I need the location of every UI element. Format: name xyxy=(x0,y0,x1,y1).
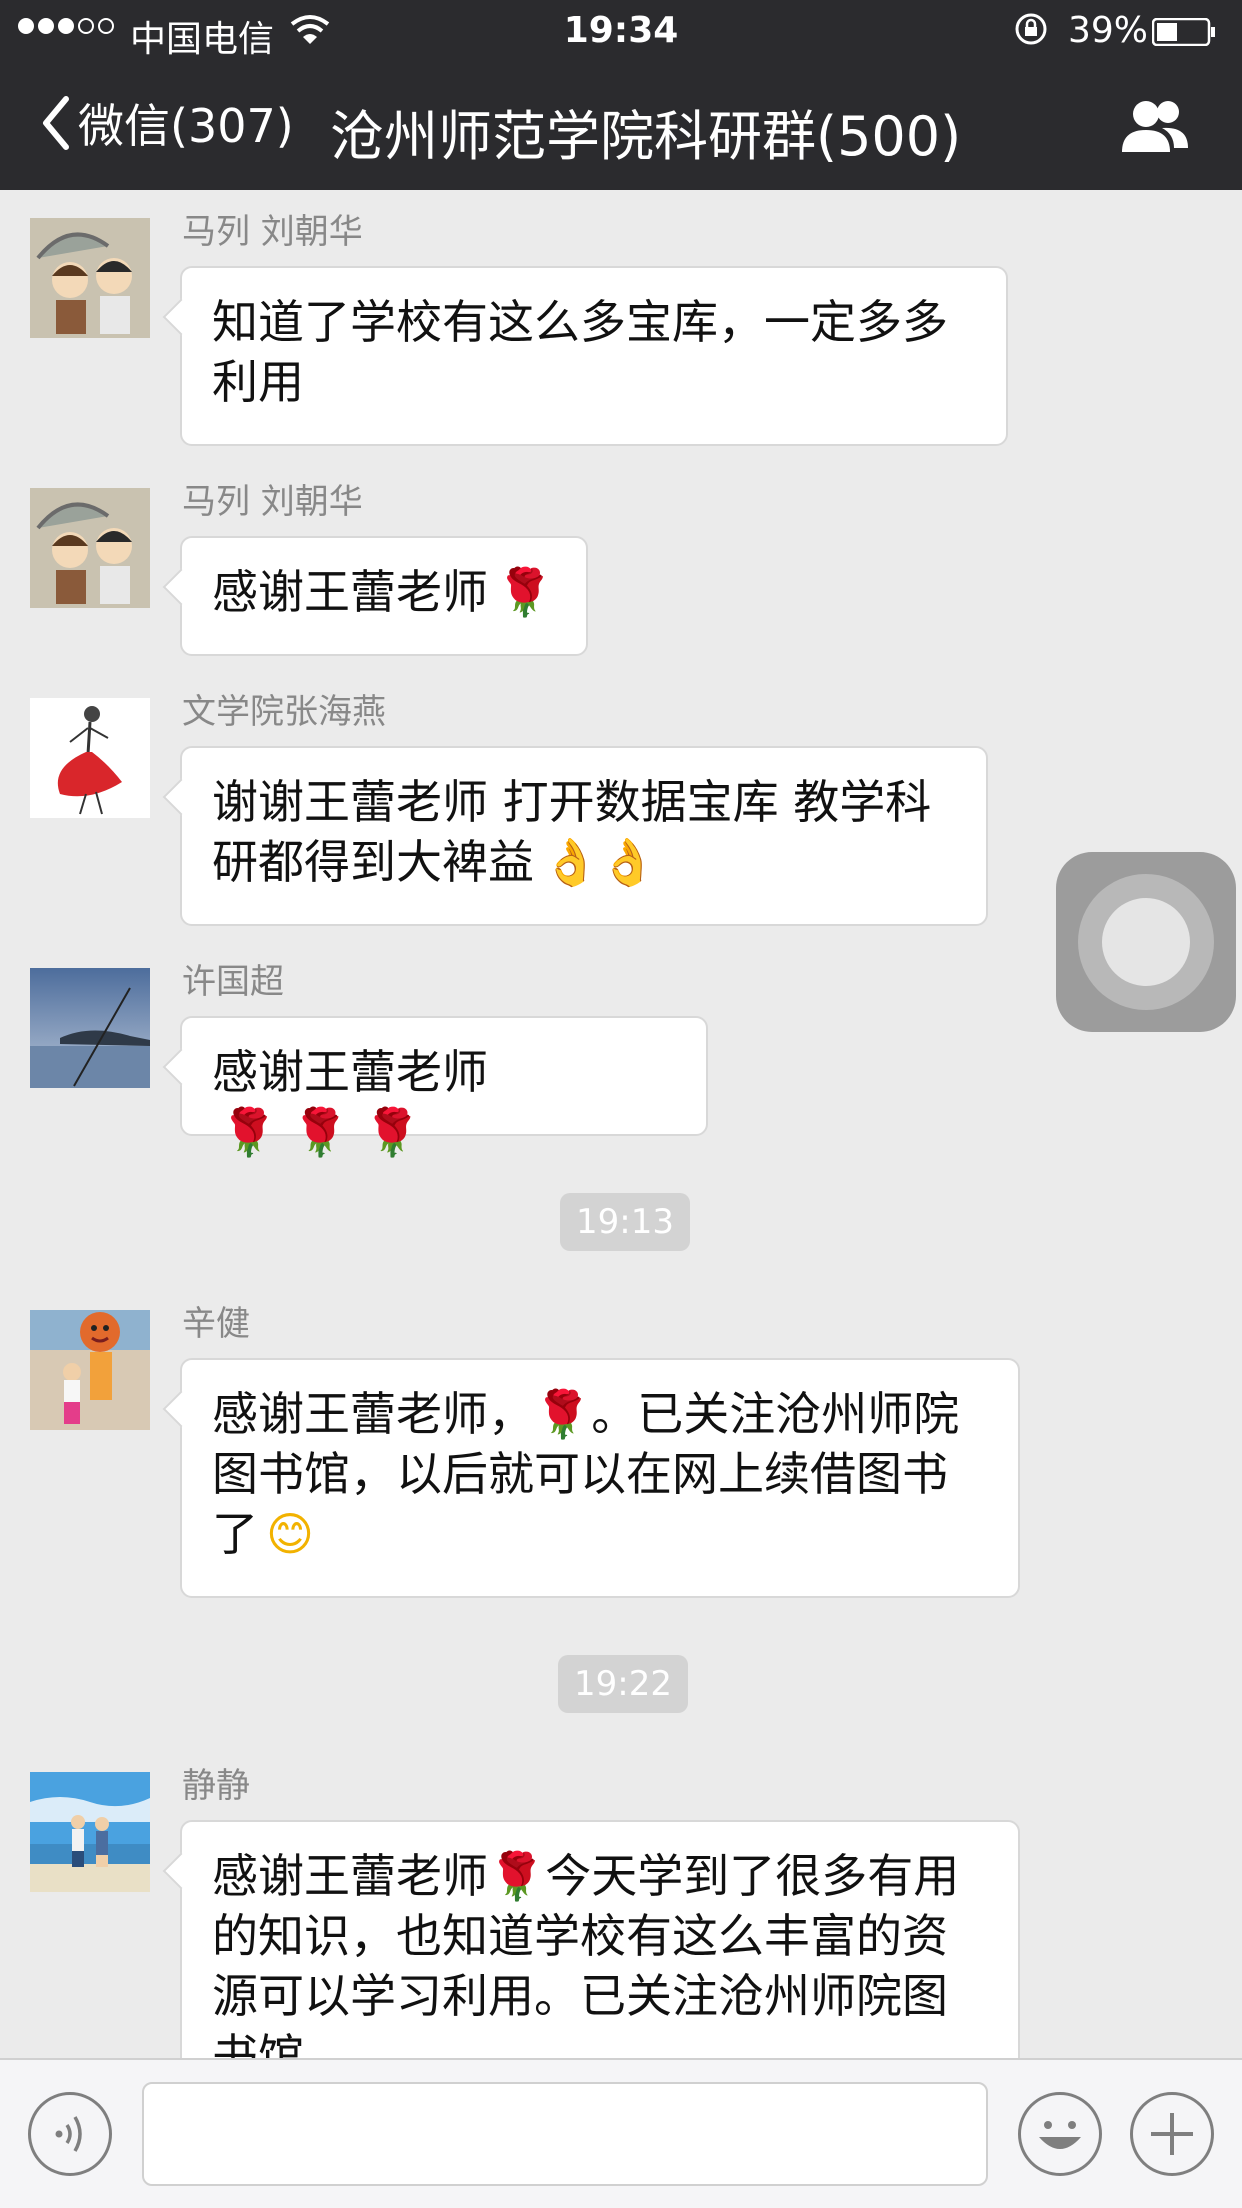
message-text: 感谢王蕾老师🌹今天学到了很多有用的知识，也知道学校有这么丰富的资源可以学习利用。… xyxy=(212,1849,960,2058)
emoji-button[interactable] xyxy=(1018,2092,1102,2176)
message-item: 文学院张海燕 谢谢王蕾老师 打开数据宝库 教学科研都得到大裨益 👌👌 xyxy=(0,684,1242,926)
message-text: 感谢王蕾老师，🌹。已关注沧州师院图书馆，以后就可以在网上续借图书了 xyxy=(212,1387,960,1561)
input-bar xyxy=(0,2058,1242,2208)
message-bubble[interactable]: 谢谢王蕾老师 打开数据宝库 教学科研都得到大裨益 👌👌 xyxy=(180,746,988,926)
avatar[interactable] xyxy=(30,488,150,608)
sender-name: 静静 xyxy=(182,1766,250,1806)
nav-bar: 微信(307) 沧州师范学院科研群(500) xyxy=(0,60,1242,190)
battery-percent: 39% xyxy=(1068,10,1149,51)
sender-name: 辛健 xyxy=(182,1304,250,1344)
back-button[interactable]: 微信(307) xyxy=(40,88,294,158)
message-item: 马列 刘朝华 感谢王蕾老师 🌹 xyxy=(0,474,1242,656)
message-item: 马列 刘朝华 知道了学校有这么多宝库，一定多多利用 xyxy=(0,204,1242,446)
more-button[interactable] xyxy=(1130,2092,1214,2176)
page-title: 沧州师范学院科研群(500) xyxy=(330,105,962,168)
people-icon[interactable] xyxy=(1118,96,1192,156)
sender-name: 许国超 xyxy=(182,962,284,1002)
chevron-left-icon xyxy=(43,96,69,150)
avatar[interactable] xyxy=(30,698,150,818)
top-bar: 中国电信 19:34 39% 微信(307) 沧州师范学院科研群(500) xyxy=(0,0,1242,190)
status-bar: 中国电信 19:34 39% xyxy=(0,0,1242,60)
avatar[interactable] xyxy=(30,968,150,1088)
timestamp-divider: 19:22 xyxy=(558,1655,688,1713)
rose-emoji: 🌹 🌹 🌹 xyxy=(220,1105,422,1159)
sender-name: 文学院张海燕 xyxy=(182,692,386,732)
rotation-lock-icon xyxy=(1015,13,1047,45)
smiley-icon xyxy=(1039,2121,1081,2149)
message-text: 感谢王蕾老师 xyxy=(212,1045,488,1099)
chat-area[interactable]: 马列 刘朝华 知道了学校有这么多宝库，一定多多利用 马列 刘朝华 感谢王蕾老师 🌹 xyxy=(0,190,1242,2058)
sender-name: 马列 刘朝华 xyxy=(182,482,363,522)
message-bubble[interactable]: 感谢王蕾老师🌹今天学到了很多有用的知识，也知道学校有这么丰富的资源可以学习利用。… xyxy=(180,1820,1020,2058)
message-text: 知道了学校有这么多宝库，一定多多利用 xyxy=(212,295,948,409)
status-time: 19:34 xyxy=(563,10,679,51)
battery-icon xyxy=(1152,18,1215,46)
message-bubble[interactable]: 感谢王蕾老师 🌹 xyxy=(180,536,588,656)
message-item: 辛健 感谢王蕾老师，🌹。已关注沧州师院图书馆，以后就可以在网上续借图书了 😊 xyxy=(0,1296,1242,1598)
smile-emoji: 😊 xyxy=(266,1507,314,1561)
sender-name: 马列 刘朝华 xyxy=(182,212,363,252)
avatar[interactable] xyxy=(30,1310,150,1430)
message-text: 感谢王蕾老师 xyxy=(212,565,488,619)
timestamp-divider: 19:13 xyxy=(560,1193,690,1251)
voice-button[interactable] xyxy=(28,2092,112,2176)
plus-icon xyxy=(1151,2113,1193,2155)
message-bubble[interactable]: 知道了学校有这么多宝库，一定多多利用 xyxy=(180,266,1008,446)
avatar[interactable] xyxy=(30,1772,150,1892)
voice-icon xyxy=(55,2116,82,2152)
message-item: 静静 感谢王蕾老师🌹今天学到了很多有用的知识，也知道学校有这么丰富的资源可以学习… xyxy=(0,1758,1242,2058)
message-input[interactable] xyxy=(142,2082,988,2186)
message-bubble[interactable]: 感谢王蕾老师 🌹 🌹 🌹 xyxy=(180,1016,708,1159)
ok-hand-emoji: 👌👌 xyxy=(542,835,657,889)
back-label: 微信(307) xyxy=(78,99,294,153)
rose-emoji: 🌹 xyxy=(496,565,554,619)
message-bubble[interactable]: 感谢王蕾老师，🌹。已关注沧州师院图书馆，以后就可以在网上续借图书了 😊 xyxy=(180,1358,1020,1598)
assistive-touch-button[interactable] xyxy=(1056,852,1236,1032)
avatar[interactable] xyxy=(30,218,150,338)
